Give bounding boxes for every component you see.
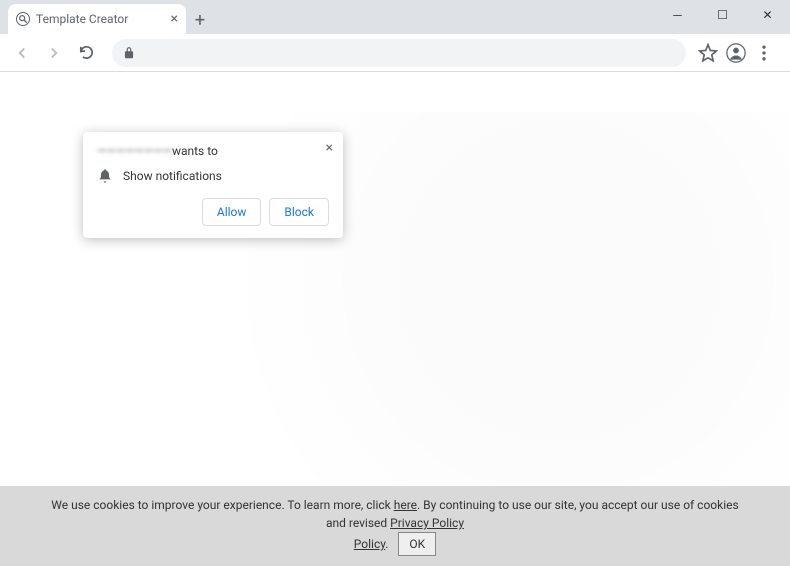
maximize-button[interactable]: ☐ (700, 0, 745, 30)
cookie-policy-link2[interactable]: Policy (354, 537, 386, 551)
bell-icon (97, 168, 113, 184)
forward-button[interactable] (40, 39, 68, 67)
notification-title: ———————— wants to (97, 144, 329, 158)
new-tab-button[interactable]: + (186, 6, 214, 34)
allow-button[interactable]: Allow (202, 198, 262, 226)
close-button[interactable]: ✕ (745, 0, 790, 30)
page-content: Template Offered by: Templ o Free Online… (0, 72, 790, 566)
close-icon[interactable]: × (171, 11, 178, 27)
back-button[interactable] (8, 39, 36, 67)
lock-icon (122, 46, 136, 60)
menu-icon[interactable] (754, 43, 774, 63)
tab-title: Template Creator (36, 12, 128, 26)
profile-icon[interactable] (726, 43, 746, 63)
browser-toolbar (0, 34, 790, 72)
minimize-button[interactable]: ─ (655, 0, 700, 30)
cookie-here-link[interactable]: here (394, 498, 417, 512)
address-bar[interactable] (112, 39, 686, 67)
search-icon (16, 12, 30, 26)
window-titlebar: Template Creator × + ─ ☐ ✕ (0, 0, 790, 34)
notification-row: Show notifications (97, 168, 329, 184)
window-controls: ─ ☐ ✕ (655, 0, 790, 30)
notification-popup: × ———————— wants to Show notifications A… (83, 132, 343, 238)
bookmark-icon[interactable] (698, 43, 718, 63)
close-icon[interactable]: × (326, 140, 333, 156)
cookie-bar: We use cookies to improve your experienc… (0, 486, 790, 566)
cookie-policy-link[interactable]: Privacy Policy (390, 516, 464, 530)
reload-button[interactable] (72, 39, 100, 67)
cookie-ok-button[interactable]: OK (398, 532, 436, 556)
browser-tab[interactable]: Template Creator × (8, 4, 186, 34)
block-button[interactable]: Block (269, 198, 329, 226)
